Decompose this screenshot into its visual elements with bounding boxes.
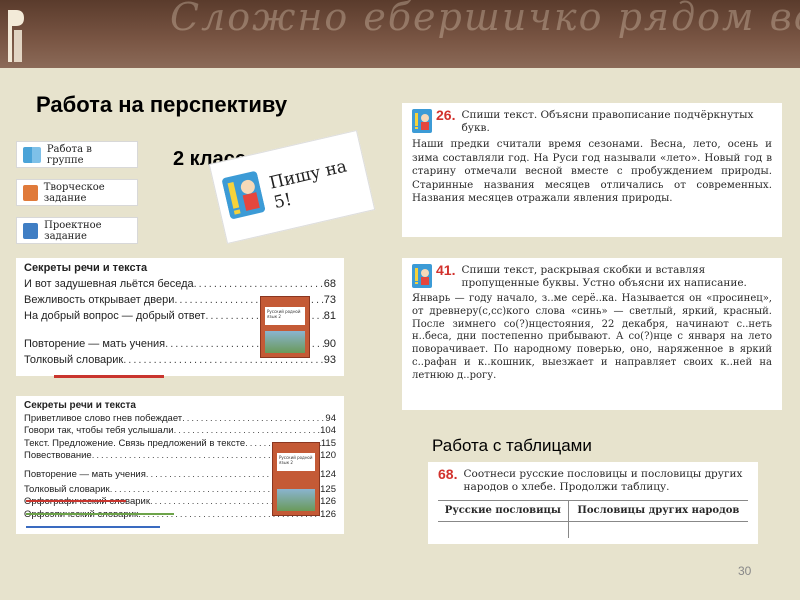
task-41-card: 41. Спиши текст, раскрывая скобки и вста… (402, 258, 782, 410)
task-41-header: 41. Спиши текст, раскрывая скобки и вста… (412, 262, 772, 290)
publisher-logo-icon (8, 10, 24, 62)
green-underline (26, 513, 174, 515)
legend-group-label: Работа в группе (46, 143, 92, 166)
table-header-other: Пословицы других народов (567, 500, 748, 522)
slide: Сложно ебершичко рядом всего вершины вер… (0, 0, 800, 600)
task-68-number: 68. (438, 466, 458, 482)
legend-project-label: Проектное задание (44, 219, 102, 242)
legend-group-work: Работа в группе (16, 141, 138, 168)
task-41-number: 41. (436, 262, 456, 278)
task-41-instruction: Спиши текст, раскрывая скобки и вставляя… (461, 264, 747, 289)
toc2-title: Секреты речи и текста (24, 400, 136, 411)
legend-creative-task: Творческое задание (16, 179, 138, 206)
project-task-icon (23, 222, 39, 239)
toc-panel-1: Секреты речи и текста И вот задушевная л… (16, 258, 344, 376)
table-row (438, 521, 748, 538)
task-26-header: 26. Спиши текст. Объясни правописание по… (412, 107, 772, 135)
tables-work-label: Работа с таблицами (432, 436, 592, 455)
task-41-text: Январь — году начало, з..ме серё..ка. На… (412, 293, 772, 381)
task-26-instruction: Спиши текст. Объясни правописание подчёр… (461, 109, 754, 134)
toc-row: И вот задушевная льётся беседа..........… (24, 278, 336, 290)
book-cover-image: Русский родной язык 2 (272, 442, 320, 516)
red-underline (54, 375, 164, 378)
banner-decorative-script: Сложно ебершичко рядом всего вершины вер… (170, 0, 800, 39)
page-number: 30 (738, 564, 752, 578)
toc1-title: Секреты речи и текста (24, 262, 148, 274)
task-icon (412, 109, 432, 133)
red-underline (26, 500, 126, 502)
legend-creative-label: Творческое задание (43, 181, 105, 204)
top-banner: Сложно ебершичко рядом всего вершины вер… (0, 0, 800, 68)
stamp-text: Пишу на 5! (267, 156, 349, 214)
blue-underline (26, 526, 160, 528)
task-26-number: 26. (436, 107, 456, 123)
task-26-text: Наши предки считали время сезонами. Весн… (412, 138, 772, 205)
book-cover-image: Русский родной язык 2 (260, 296, 310, 358)
task-26-card: 26. Спиши текст. Объясни правописание по… (402, 103, 782, 237)
task-68-instruction: Соотнеси русские пословицы и пословицы д… (463, 468, 743, 493)
task-68-card: 68. Соотнеси русские пословицы и послови… (428, 462, 758, 544)
task-icon (412, 264, 432, 288)
legend-project-task: Проектное задание (16, 217, 138, 244)
toc-row: Приветливое слово гнев побеждает........… (24, 413, 336, 424)
group-work-icon (23, 146, 41, 163)
slide-title: Работа на перспективу (36, 92, 288, 117)
creative-task-icon (23, 184, 38, 201)
pencil-child-icon (222, 171, 266, 219)
toc-row: Говори так, чтобы тебя услышали.........… (24, 425, 336, 437)
task-68-header: 68. Соотнеси русские пословицы и послови… (438, 466, 748, 494)
table-header-russian: Русские пословицы (438, 500, 569, 522)
proverbs-table: Русские пословицы Пословицы других народ… (438, 500, 748, 538)
